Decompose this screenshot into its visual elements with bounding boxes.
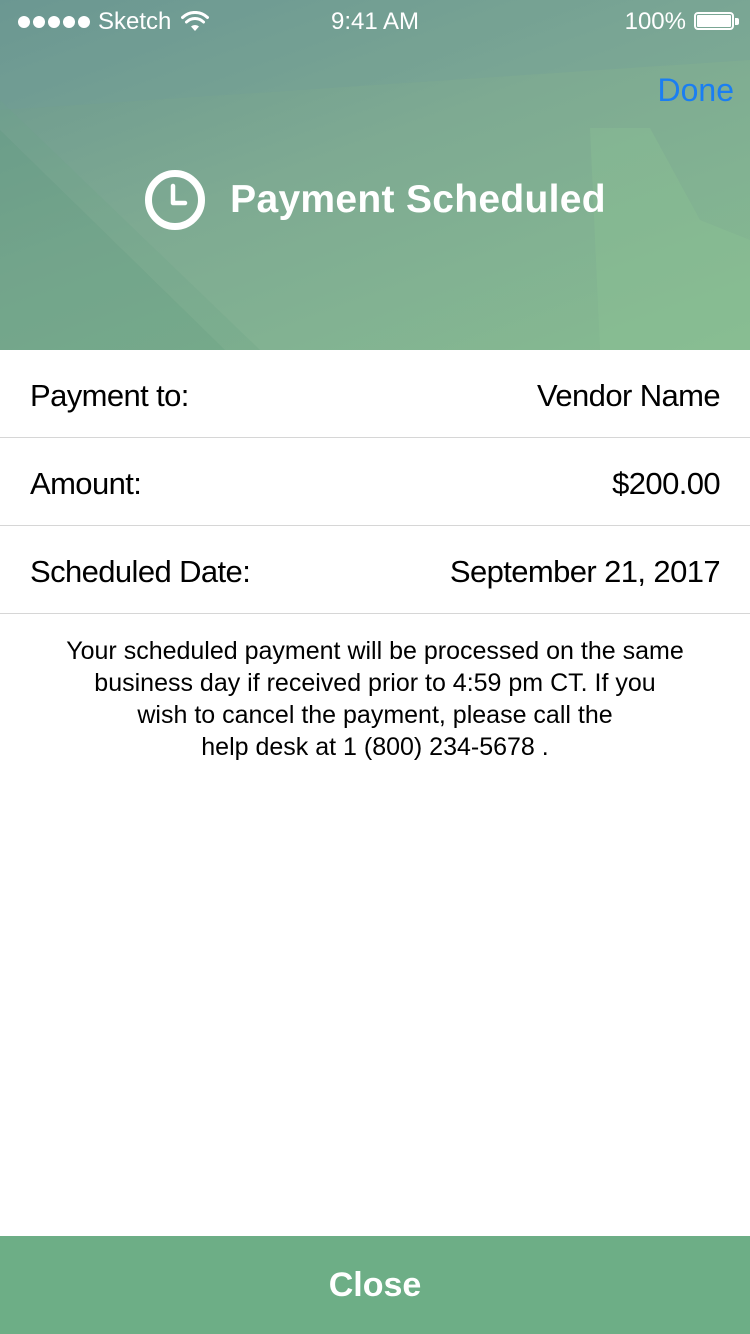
page-title: Payment Scheduled (230, 178, 606, 221)
battery-icon (694, 12, 740, 32)
status-right: 100% (625, 8, 740, 36)
clock-icon (145, 170, 206, 230)
detail-row-amount: Amount: $200.00 (0, 438, 750, 526)
title-row: Payment Scheduled (0, 168, 750, 232)
close-button[interactable]: Close (0, 1236, 750, 1334)
detail-value: September 21, 2017 (449, 554, 721, 589)
info-line: wish to cancel the payment, please call … (137, 701, 613, 729)
done-button[interactable]: Done (658, 72, 735, 109)
battery-percentage: 100% (624, 8, 686, 35)
detail-value: Vendor Name (537, 378, 721, 413)
header-banner: Sketch 9:41 AM 100% Done Payment Schedul… (0, 0, 750, 350)
detail-label: Amount: (30, 466, 142, 501)
payment-details-list: Payment to: Vendor Name Amount: $200.00 … (0, 350, 750, 614)
info-line: help desk at 1 (800) 234-5678 . (201, 733, 549, 761)
info-line: Your scheduled payment will be processed… (66, 637, 684, 665)
detail-row-scheduled-date: Scheduled Date: September 21, 2017 (0, 526, 750, 614)
detail-label: Payment to: (30, 378, 189, 413)
info-line: business day if received prior to 4:59 p… (94, 669, 656, 697)
detail-label: Scheduled Date: (30, 554, 251, 589)
detail-value: $200.00 (612, 466, 720, 501)
processing-info-text: Your scheduled payment will be processed… (40, 635, 710, 763)
status-bar: Sketch 9:41 AM 100% (0, 0, 750, 44)
detail-row-payment-to: Payment to: Vendor Name (0, 350, 750, 438)
